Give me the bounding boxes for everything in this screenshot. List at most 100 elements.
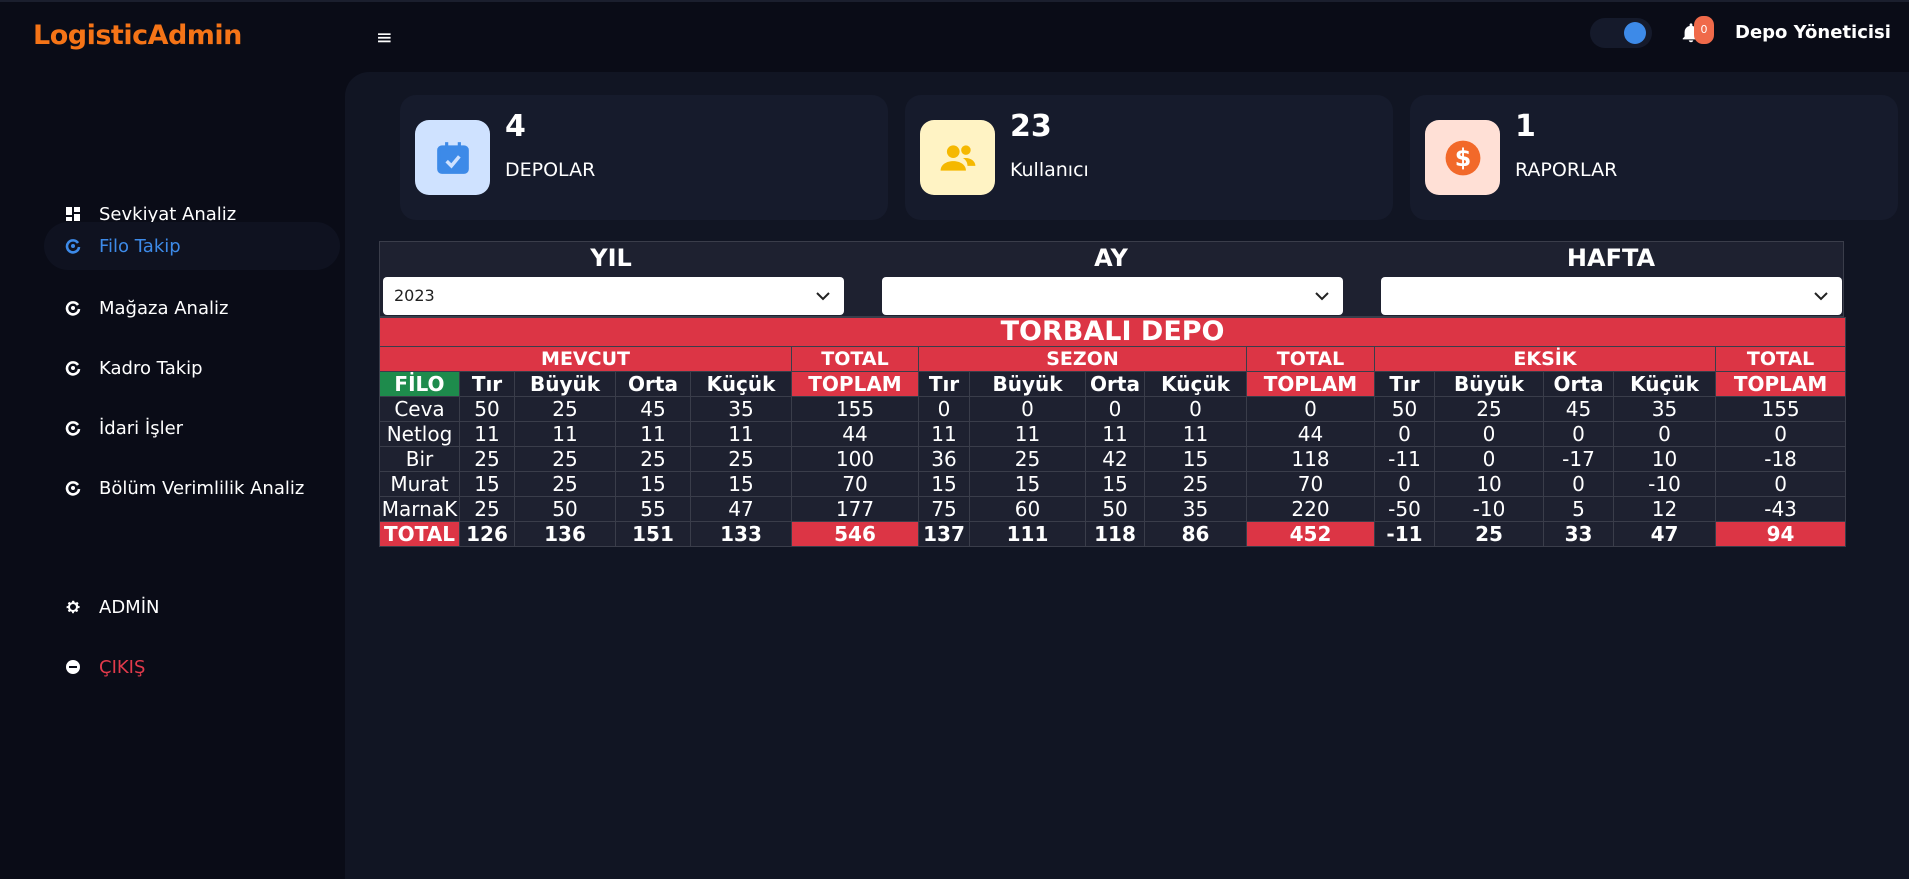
circle-icon bbox=[63, 418, 83, 438]
chevron-down-icon bbox=[1814, 277, 1828, 315]
sum-cell: 155 bbox=[1714, 396, 1847, 422]
dollar-icon: $ bbox=[1425, 120, 1500, 195]
value-cell: 151 bbox=[615, 521, 691, 547]
minus-circle-icon bbox=[63, 657, 83, 677]
table-row: Ceva 50 25 45 35 155 0 0 0 0 0 50 25 45 35 155 bbox=[379, 396, 1847, 422]
hamburger-icon[interactable]: ≡ bbox=[376, 25, 393, 49]
value-cell: 47 bbox=[690, 496, 792, 522]
circle-icon bbox=[63, 358, 83, 378]
column-header-sum: TOPLAM bbox=[1714, 371, 1847, 397]
sidebar-item-idari-isler[interactable]: İdari İşler bbox=[44, 404, 340, 452]
stat-value: 23 bbox=[1010, 109, 1052, 144]
value-cell: 25 bbox=[1434, 521, 1544, 547]
sidebar-item-admin[interactable]: ADMİN bbox=[44, 583, 340, 631]
column-header: Orta bbox=[1543, 371, 1614, 397]
sum-cell: 177 bbox=[791, 496, 919, 522]
value-cell: 11 bbox=[514, 421, 616, 447]
group-season: SEZON bbox=[918, 346, 1247, 372]
filter-week-title: HAFTA bbox=[1566, 244, 1656, 272]
column-header: Küçük bbox=[1613, 371, 1716, 397]
month-select[interactable] bbox=[882, 277, 1343, 315]
sum-cell: 70 bbox=[791, 471, 919, 497]
stat-label: DEPOLAR bbox=[505, 159, 596, 181]
value-cell: 12 bbox=[1613, 496, 1716, 522]
value-cell: 75 bbox=[918, 496, 970, 522]
value-cell: 50 bbox=[514, 496, 616, 522]
value-cell: 25 bbox=[1434, 396, 1544, 422]
sum-cell: 94 bbox=[1714, 521, 1847, 547]
group-current: MEVCUT bbox=[379, 346, 792, 372]
value-cell: 0 bbox=[1613, 421, 1716, 447]
fleet-name-cell: Ceva bbox=[379, 396, 460, 422]
column-header: Küçük bbox=[690, 371, 792, 397]
stat-value: 1 bbox=[1515, 109, 1536, 144]
gear-icon bbox=[63, 597, 83, 617]
value-cell: 0 bbox=[1434, 421, 1544, 447]
toggle-knob bbox=[1624, 22, 1646, 44]
value-cell: -11 bbox=[1374, 521, 1435, 547]
value-cell: 11 bbox=[918, 421, 970, 447]
value-cell: 15 bbox=[459, 471, 515, 497]
value-cell: 11 bbox=[690, 421, 792, 447]
notifications-button[interactable]: 0 bbox=[1680, 16, 1714, 50]
report-title: TORBALI DEPO bbox=[378, 317, 1847, 347]
theme-toggle[interactable] bbox=[1590, 18, 1652, 48]
sidebar-item-label: İdari İşler bbox=[99, 417, 184, 439]
value-cell: 0 bbox=[1543, 421, 1614, 447]
brand-logo[interactable]: LogisticAdmin bbox=[33, 20, 242, 51]
sidebar-item-label: Bölüm Verimlilik Analiz bbox=[99, 477, 305, 499]
sidebar-item-bolum-verimlilik[interactable]: Bölüm Verimlilik Analiz bbox=[44, 464, 340, 512]
value-cell: 25 bbox=[459, 446, 515, 472]
sidebar-item-label: Mağaza Analiz bbox=[99, 297, 229, 319]
filter-year-title: YIL bbox=[590, 244, 632, 272]
value-cell: 15 bbox=[918, 471, 970, 497]
week-select[interactable] bbox=[1381, 277, 1842, 315]
filter-week: HAFTA bbox=[1380, 242, 1842, 276]
column-header-row: FİLO Tır Büyük Orta Küçük TOPLAM Tır Büy… bbox=[379, 371, 1847, 397]
sidebar-item-magaza-analiz[interactable]: Mağaza Analiz bbox=[44, 284, 340, 332]
value-cell: 45 bbox=[1543, 396, 1614, 422]
sum-cell: 546 bbox=[791, 521, 919, 547]
value-cell: -10 bbox=[1434, 496, 1544, 522]
sidebar-item-kadro-takip[interactable]: Kadro Takip bbox=[44, 344, 340, 392]
value-cell: 15 bbox=[969, 471, 1086, 497]
value-cell: 133 bbox=[690, 521, 792, 547]
value-cell: 25 bbox=[1144, 471, 1247, 497]
window-top-edge bbox=[0, 0, 1909, 2]
column-header: Küçük bbox=[1144, 371, 1247, 397]
year-select[interactable]: 2023 bbox=[383, 277, 844, 315]
value-cell: 0 bbox=[1434, 446, 1544, 472]
value-cell: 35 bbox=[1613, 396, 1716, 422]
logout-button[interactable]: ÇIKIŞ bbox=[44, 643, 340, 691]
report-title-row: TORBALI DEPO bbox=[378, 317, 1847, 347]
group-total: TOTAL bbox=[1714, 346, 1847, 372]
report-body: TORBALI DEPO MEVCUT TOTAL SEZON TOTAL EK… bbox=[378, 317, 1847, 547]
value-cell: 126 bbox=[459, 521, 515, 547]
value-cell: 11 bbox=[1144, 421, 1247, 447]
circle-icon bbox=[63, 478, 83, 498]
column-header-sum: TOPLAM bbox=[791, 371, 919, 397]
value-cell: 0 bbox=[1543, 471, 1614, 497]
value-cell: 42 bbox=[1085, 446, 1145, 472]
value-cell: 35 bbox=[690, 396, 792, 422]
filter-month: AY bbox=[880, 242, 1342, 276]
value-cell: 86 bbox=[1144, 521, 1247, 547]
value-cell: 11 bbox=[615, 421, 691, 447]
group-total: TOTAL bbox=[1246, 346, 1375, 372]
value-cell: 25 bbox=[690, 446, 792, 472]
value-cell: 25 bbox=[514, 446, 616, 472]
sidebar-item-filo-takip[interactable]: Filo Takip bbox=[44, 222, 340, 270]
column-header: Tır bbox=[918, 371, 970, 397]
value-cell: 25 bbox=[615, 446, 691, 472]
value-cell: 0 bbox=[1144, 396, 1247, 422]
value-cell: 55 bbox=[615, 496, 691, 522]
stat-label: Kullanıcı bbox=[1010, 159, 1089, 181]
circle-icon bbox=[63, 236, 83, 256]
value-cell: 10 bbox=[1434, 471, 1544, 497]
user-menu[interactable]: Depo Yöneticisi bbox=[1735, 22, 1891, 43]
value-cell: 35 bbox=[1144, 496, 1247, 522]
users-icon bbox=[920, 120, 995, 195]
column-header: Orta bbox=[1085, 371, 1145, 397]
value-cell: 10 bbox=[1613, 446, 1716, 472]
sum-cell: -18 bbox=[1714, 446, 1847, 472]
